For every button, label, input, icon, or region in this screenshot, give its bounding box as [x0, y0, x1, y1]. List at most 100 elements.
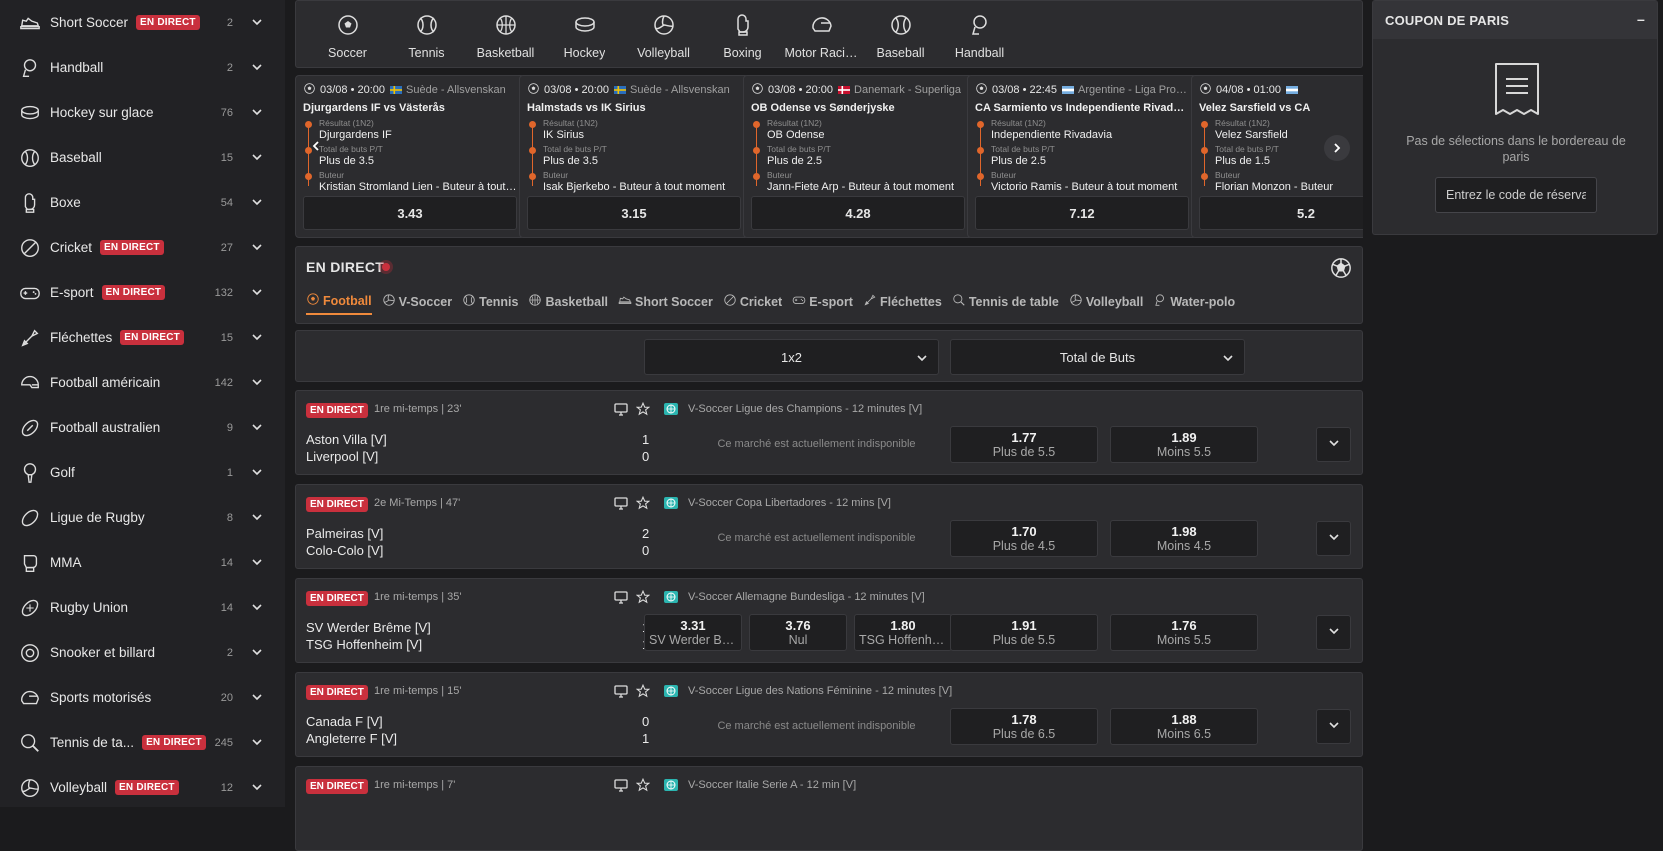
live-tab[interactable]: Volleyball: [1069, 292, 1143, 315]
sidebar-item[interactable]: Cricket EN DIRECT 27: [0, 225, 285, 270]
chevron-right-icon[interactable]: [1324, 135, 1350, 161]
sport-tab[interactable]: Baseball: [861, 1, 940, 67]
chevron-down-icon[interactable]: [251, 151, 263, 166]
live-event-row[interactable]: EN DIRECT 2e Mi-Temps | 47' V-Soccer Copa …: [295, 484, 1363, 569]
live-event-row[interactable]: EN DIRECT 1re mi-temps | 23' V-Soccer Ligu…: [295, 390, 1363, 475]
home-team[interactable]: Canada F [V]: [306, 714, 383, 729]
sidebar-item[interactable]: Ligue de Rugby 8: [0, 495, 285, 540]
tv-icon[interactable]: [614, 685, 628, 701]
sport-tab[interactable]: Basketball: [466, 1, 545, 67]
sport-tab[interactable]: Boxing: [703, 1, 782, 67]
live-tab[interactable]: V-Soccer: [382, 292, 452, 315]
chevron-down-icon[interactable]: [251, 241, 263, 256]
star-icon[interactable]: [635, 495, 651, 513]
sidebar-item[interactable]: Handball 2: [0, 45, 285, 90]
odd-total-button[interactable]: 1.78 Plus de 6.5: [950, 708, 1098, 745]
live-tab[interactable]: E-sport: [792, 292, 853, 315]
odd-total-button[interactable]: 1.91 Plus de 5.5: [950, 614, 1098, 651]
chevron-down-icon[interactable]: [251, 376, 263, 391]
chevron-left-icon[interactable]: [311, 140, 321, 155]
home-team[interactable]: Palmeiras [V]: [306, 526, 383, 541]
star-icon[interactable]: [635, 401, 651, 419]
chevron-down-icon[interactable]: [251, 331, 263, 346]
star-icon[interactable]: [635, 777, 651, 795]
live-tab[interactable]: Fléchettes: [863, 292, 942, 315]
home-team[interactable]: SV Werder Brême [V]: [306, 620, 431, 635]
sidebar-item[interactable]: Short Soccer EN DIRECT 2: [0, 0, 285, 45]
chevron-down-icon[interactable]: [251, 466, 263, 481]
live-tab[interactable]: Tennis de table: [952, 292, 1059, 315]
chevron-down-icon[interactable]: [251, 601, 263, 616]
sidebar-item[interactable]: Hockey sur glace 76: [0, 90, 285, 135]
chevron-down-icon[interactable]: [251, 646, 263, 661]
away-team[interactable]: Liverpool [V]: [306, 449, 378, 464]
chevron-down-icon[interactable]: [251, 421, 263, 436]
chevron-down-icon[interactable]: [251, 61, 263, 76]
chevron-down-icon[interactable]: [251, 691, 263, 706]
sidebar-item[interactable]: Golf 1: [0, 450, 285, 495]
sport-tab[interactable]: Volleyball: [624, 1, 703, 67]
chevron-down-icon[interactable]: [251, 511, 263, 526]
bet-builder-card[interactable]: 03/08 • 20:00 Suède - Allsvenskan Djurgard…: [295, 75, 525, 238]
soccer-ball-icon[interactable]: [1330, 257, 1352, 282]
chevron-down-icon[interactable]: [251, 16, 263, 31]
card-odd-button[interactable]: 3.43: [303, 196, 517, 230]
sidebar-item[interactable]: Snooker et billard 2: [0, 630, 285, 675]
tv-icon[interactable]: [614, 403, 628, 419]
star-icon[interactable]: [635, 683, 651, 701]
chevron-down-icon[interactable]: [251, 196, 263, 211]
competition[interactable]: V-Soccer Italie Serie A - 12 min [V]: [664, 779, 856, 791]
sport-tab[interactable]: Tennis: [387, 1, 466, 67]
chevron-down-icon[interactable]: [251, 286, 263, 301]
sidebar-item[interactable]: Rugby Union 14: [0, 585, 285, 630]
sidebar-item[interactable]: E-sport EN DIRECT 132: [0, 270, 285, 315]
tv-icon[interactable]: [614, 497, 628, 513]
card-odd-button[interactable]: 7.12: [975, 196, 1189, 230]
live-tab[interactable]: Tennis: [462, 292, 518, 315]
odd-total-button[interactable]: 1.76 Moins 5.5: [1110, 614, 1258, 651]
live-tab[interactable]: Football: [306, 292, 372, 315]
sidebar-item[interactable]: Fléchettes EN DIRECT 15: [0, 315, 285, 360]
expand-markets-button[interactable]: [1316, 427, 1351, 462]
star-icon[interactable]: [635, 589, 651, 607]
sidebar-item[interactable]: Football américain 142: [0, 360, 285, 405]
booking-code-input[interactable]: [1435, 177, 1597, 213]
odd-1x2-button[interactable]: 1.80TSG Hoffenheim [V]: [854, 614, 952, 651]
odd-total-button[interactable]: 1.89 Moins 5.5: [1110, 426, 1258, 463]
sidebar-item[interactable]: Boxe 54: [0, 180, 285, 225]
sidebar-item[interactable]: Sports motorisés 20: [0, 675, 285, 720]
sidebar-item[interactable]: Volleyball EN DIRECT 12: [0, 765, 285, 807]
away-team[interactable]: Angleterre F [V]: [306, 731, 397, 746]
market-select-1x2[interactable]: 1x2: [644, 339, 939, 375]
chevron-down-icon[interactable]: [251, 781, 263, 796]
bet-builder-card[interactable]: 03/08 • 22:45 Argentine - Liga Profesiona…: [967, 75, 1197, 238]
competition[interactable]: V-Soccer Ligue des Nations Féminine - 12…: [664, 685, 952, 697]
away-team[interactable]: TSG Hoffenheim [V]: [306, 637, 422, 652]
odd-1x2-button[interactable]: 3.76 Nul: [749, 614, 847, 651]
expand-markets-button[interactable]: [1316, 709, 1351, 744]
card-odd-button[interactable]: 4.28: [751, 196, 965, 230]
minimize-button[interactable]: –: [1637, 11, 1645, 27]
expand-markets-button[interactable]: [1316, 521, 1351, 556]
bet-builder-card[interactable]: 03/08 • 20:00 Danemark - Superliga OB Oden…: [743, 75, 973, 238]
card-odd-button[interactable]: 5.2: [1199, 196, 1363, 230]
expand-markets-button[interactable]: [1316, 615, 1351, 650]
chevron-down-icon[interactable]: [251, 736, 263, 751]
sidebar-item[interactable]: Tennis de ta... EN DIRECT 245: [0, 720, 285, 765]
bet-builder-card[interactable]: 03/08 • 20:00 Suède - Allsvenskan Halmstad…: [519, 75, 749, 238]
sidebar-item[interactable]: Football australien 9: [0, 405, 285, 450]
competition[interactable]: V-Soccer Allemagne Bundesliga - 12 minut…: [664, 591, 925, 603]
live-event-row[interactable]: EN DIRECT 1re mi-temps | 7' V-Soccer Itali…: [295, 766, 1363, 851]
tv-icon[interactable]: [614, 779, 628, 795]
sidebar-item[interactable]: Baseball 15: [0, 135, 285, 180]
odd-total-button[interactable]: 1.98 Moins 4.5: [1110, 520, 1258, 557]
live-tab[interactable]: Water-polo: [1153, 292, 1235, 315]
card-odd-button[interactable]: 3.15: [527, 196, 741, 230]
sport-tab[interactable]: Handball: [940, 1, 1019, 67]
odd-total-button[interactable]: 1.77 Plus de 5.5: [950, 426, 1098, 463]
chevron-down-icon[interactable]: [251, 106, 263, 121]
odd-1x2-button[interactable]: 3.31SV Werder Brême [V]: [644, 614, 742, 651]
live-event-row[interactable]: EN DIRECT 1re mi-temps | 35' V-Soccer Alle…: [295, 578, 1363, 663]
sport-tab[interactable]: Soccer: [308, 1, 387, 67]
live-tab[interactable]: Short Soccer: [618, 292, 713, 315]
